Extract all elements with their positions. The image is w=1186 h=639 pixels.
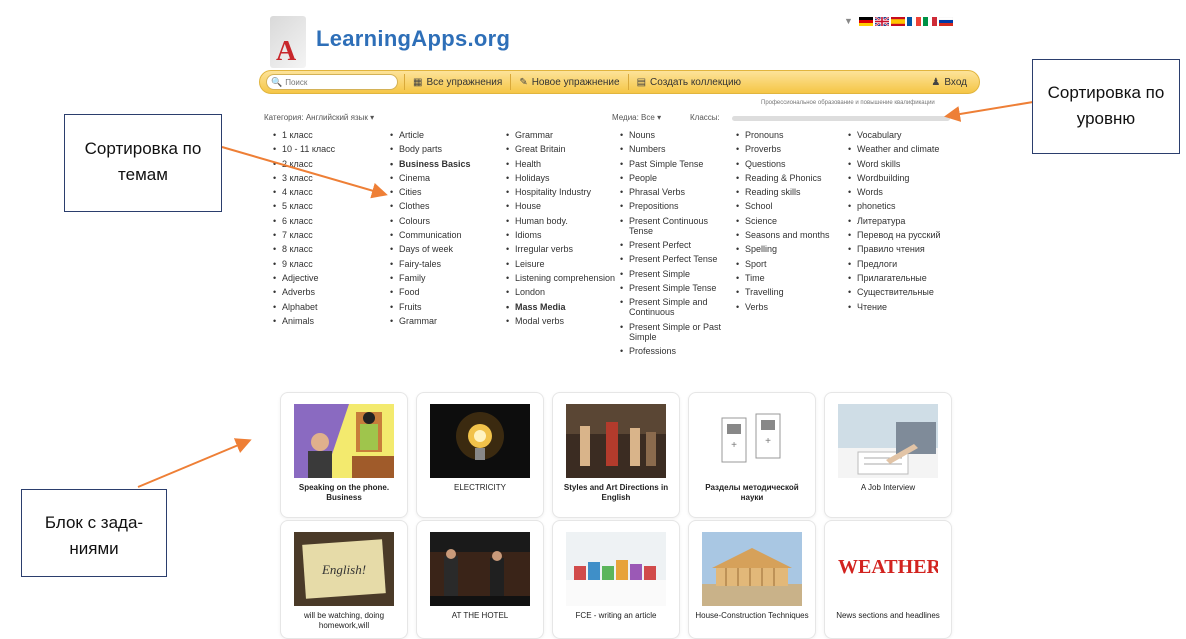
annotation-tasks: Блок с зада-ниями [21,489,167,577]
arrow-topics [221,146,388,199]
annotation-topics: Сортировка по темам [64,114,222,212]
arrow-level [944,101,1034,122]
arrow-tasks [137,438,252,488]
annotation-level: Сортировка по уровню [1032,59,1180,154]
annotation-arrows [137,101,1034,488]
